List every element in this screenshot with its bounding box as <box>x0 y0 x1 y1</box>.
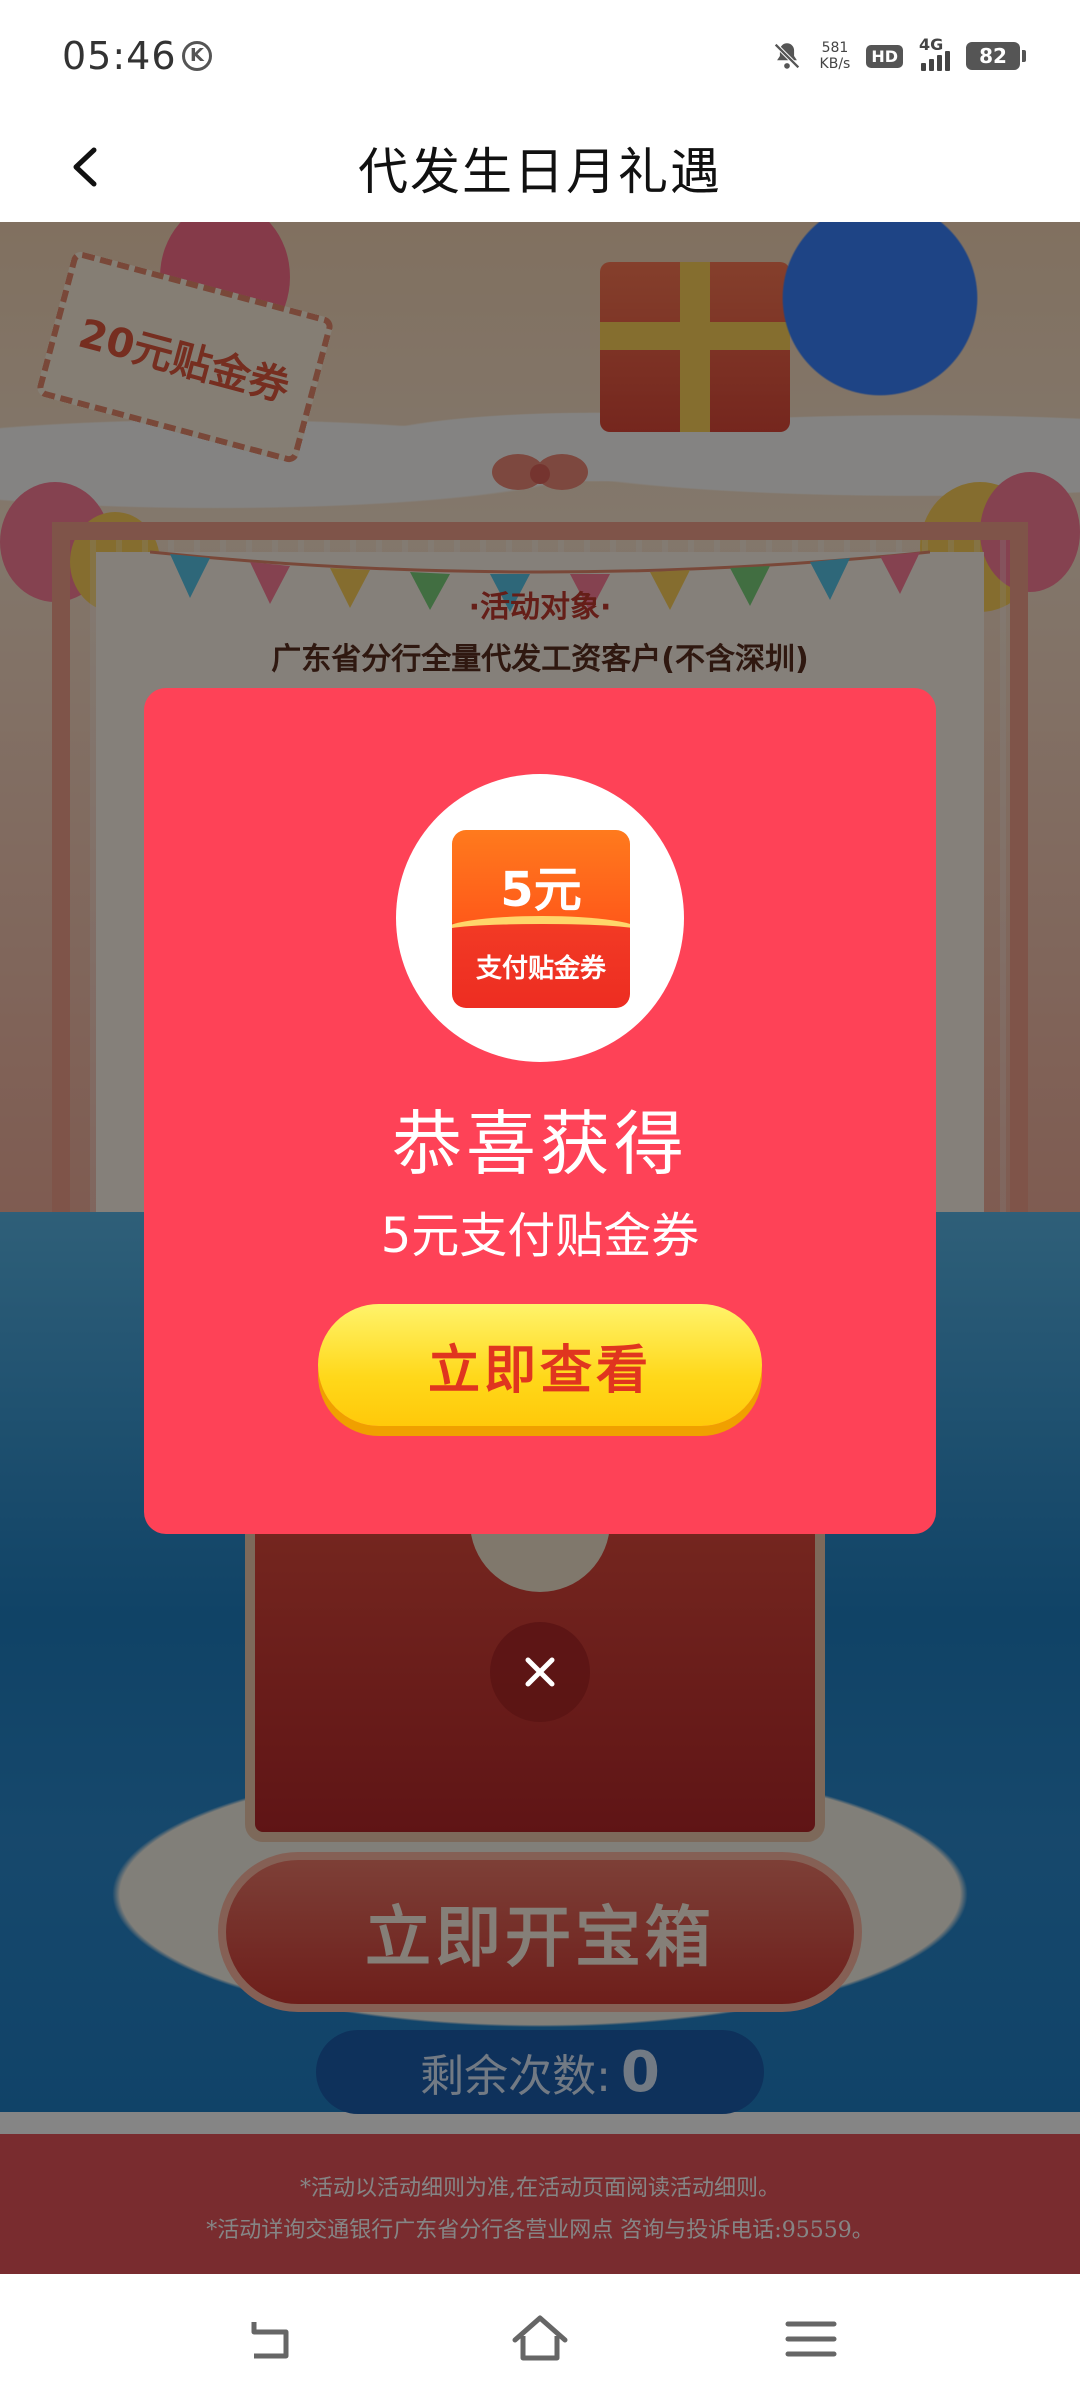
signal-icon: 4G <box>919 35 950 71</box>
prize-dialog: 5元 支付贴金券 恭喜获得 5元支付贴金券 立即查看 <box>144 688 936 1534</box>
system-nav-bar <box>0 2274 1080 2400</box>
coupon-label: 支付贴金券 <box>475 954 606 984</box>
status-time: 05:46 <box>62 34 177 78</box>
header: 代发生日月礼遇 <box>0 110 1080 222</box>
coupon-icon: 5元 支付贴金券 <box>452 830 630 1008</box>
nav-menu-button[interactable] <box>776 2304 846 2374</box>
close-icon <box>525 1657 555 1687</box>
status-icons: 581 KB/s HD 4G 82 <box>770 35 1026 76</box>
congrats-title: 恭喜获得 <box>392 1103 688 1185</box>
k-app-icon: K <box>182 41 212 71</box>
prize-icon-circle: 5元 支付贴金券 <box>396 774 684 1062</box>
back-arrow-icon <box>251 2322 289 2359</box>
network-speed: 581 KB/s <box>820 40 851 72</box>
home-icon <box>512 2315 568 2361</box>
hd-badge: HD <box>866 44 903 68</box>
prize-name: 5元支付贴金券 <box>380 1208 700 1264</box>
menu-icon <box>785 2321 837 2357</box>
page-title: 代发生日月礼遇 <box>358 143 722 201</box>
nav-home-button[interactable] <box>505 2304 575 2374</box>
status-bar: 05:46 K 581 KB/s HD 4G 82 <box>0 0 1080 110</box>
network-type: 4G <box>919 35 944 54</box>
network-speed-unit: KB/s <box>819 56 851 72</box>
view-now-button[interactable]: 立即查看 <box>318 1304 762 1426</box>
coupon-amount: 5元 <box>500 862 582 918</box>
close-button[interactable] <box>490 1622 590 1722</box>
battery-icon: 82 <box>966 42 1026 70</box>
bell-off-icon <box>770 39 804 73</box>
nav-back-button[interactable] <box>234 2304 304 2374</box>
network-speed-value: 581 <box>821 40 849 56</box>
